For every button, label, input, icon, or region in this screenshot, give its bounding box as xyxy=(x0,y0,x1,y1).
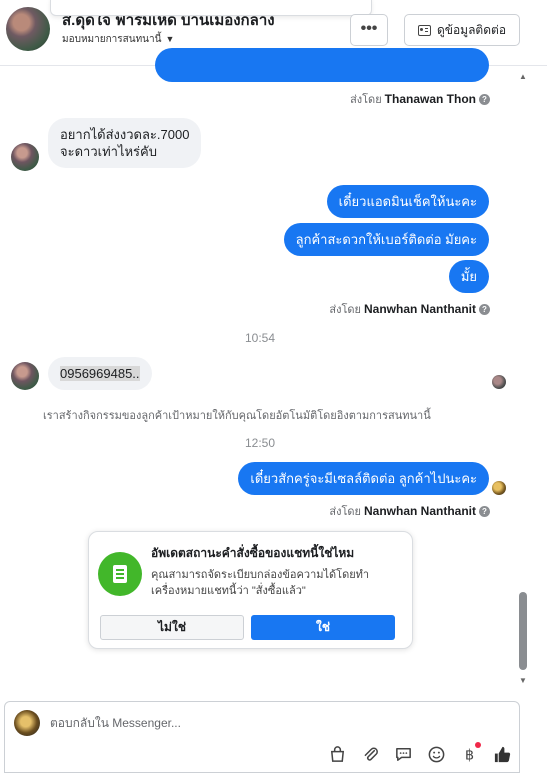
info-icon[interactable]: ? xyxy=(479,93,490,105)
message-timestamp: 12:50 xyxy=(244,436,276,450)
sent-by-prefix: ส่งโดย xyxy=(329,304,361,316)
scroll-thumb[interactable] xyxy=(519,592,527,670)
info-icon[interactable]: ? xyxy=(479,505,490,517)
message-bubble-outgoing[interactable]: เดี๋ยวสักครู่จะมีเซลล์ติดต่อ ลูกค้าไปนะค… xyxy=(238,462,489,495)
reply-input[interactable]: ตอบกลับใน Messenger... xyxy=(50,714,181,733)
paperclip-icon[interactable] xyxy=(360,744,381,765)
payment-icon[interactable]: ฿ xyxy=(459,742,481,765)
notification-dot xyxy=(475,742,481,748)
assign-conversation-dropdown[interactable]: มอบหมายการสนทนานี้ ▼ xyxy=(62,32,174,47)
like-icon[interactable] xyxy=(492,744,513,765)
more-options-button[interactable]: ••• xyxy=(350,14,388,46)
message-bubble-outgoing-partial[interactable] xyxy=(155,48,489,82)
system-note: เราสร้างกิจกรรมของลูกค้าเป้าหมายให้กับคุ… xyxy=(43,410,431,422)
chat-scrollbar[interactable]: ▲ ▼ xyxy=(516,66,530,696)
contact-avatar-small xyxy=(11,362,39,390)
page-avatar xyxy=(14,710,40,736)
view-contact-button[interactable]: ดูข้อมูลติดต่อ xyxy=(404,14,520,46)
message-text-line: จะดาวเท่าไหร่คับ xyxy=(60,144,157,159)
sent-by-label: ส่งโดย Nanwhan Nanthanit ? xyxy=(329,300,490,318)
info-icon[interactable]: ? xyxy=(479,303,490,315)
sender-name: Nanwhan Nanthanit xyxy=(363,302,476,316)
message-timestamp: 10:54 xyxy=(244,331,276,345)
order-document-icon xyxy=(98,552,142,596)
order-status-prompt-card: อัพเดตสถานะคำสั่งซื้อของแชทนี้ใช่ไหม คุณ… xyxy=(88,531,413,649)
message-text-line: อยากได้ส่งงวดละ.7000 xyxy=(60,127,190,142)
message-bubble-outgoing[interactable]: มั้ย xyxy=(448,260,489,293)
sender-name: Thanawan Thon xyxy=(384,92,476,106)
reply-composer: ตอบกลับใน Messenger... ฿ xyxy=(4,701,520,773)
shopping-bag-icon[interactable] xyxy=(327,744,348,765)
sent-by-label: ส่งโดย Thanawan Thon ? xyxy=(350,90,490,108)
contact-card-icon xyxy=(417,24,431,36)
assign-conversation-label: มอบหมายการสนทนานี้ xyxy=(62,34,162,45)
header-popup xyxy=(50,0,372,16)
card-title: อัพเดตสถานะคำสั่งซื้อของแชทนี้ใช่ไหม xyxy=(151,546,355,560)
sent-by-label: ส่งโดย Nanwhan Nanthanit ? xyxy=(329,502,490,520)
message-bubble-incoming[interactable]: อยากได้ส่งงวดละ.7000 จะดาวเท่าไหร่คับ xyxy=(48,118,202,168)
view-contact-label: ดูข้อมูลติดต่อ xyxy=(436,22,507,37)
svg-text:฿: ฿ xyxy=(465,747,474,763)
seen-avatar-icon xyxy=(492,375,506,389)
contact-avatar[interactable] xyxy=(6,7,50,51)
scroll-up-arrow-icon[interactable]: ▲ xyxy=(519,72,527,81)
message-bubble-outgoing[interactable]: เดี๋ยวแอดมินเช็คให้นะคะ xyxy=(326,185,489,218)
message-bubble-outgoing[interactable]: ลูกค้าสะดวกให้เบอร์ติดต่อ มัยคะ xyxy=(283,223,489,256)
phone-number-text[interactable]: 0956969485.. xyxy=(60,366,140,381)
sent-by-prefix: ส่งโดย xyxy=(329,506,361,518)
seen-avatar-icon xyxy=(492,481,506,495)
message-bubble-incoming[interactable]: 0956969485.. xyxy=(48,357,152,390)
sent-by-prefix: ส่งโดย xyxy=(350,94,382,106)
scroll-down-arrow-icon[interactable]: ▼ xyxy=(519,676,527,685)
card-body: คุณสามารถจัดระเบียบกล่องข้อความได้โดยทำเ… xyxy=(151,569,370,597)
yes-button[interactable]: ใช่ xyxy=(251,615,395,640)
emoji-icon[interactable] xyxy=(426,744,447,765)
saved-reply-icon[interactable] xyxy=(393,744,414,765)
no-button[interactable]: ไม่ใช่ xyxy=(100,615,244,640)
contact-avatar-small xyxy=(11,143,39,171)
composer-toolbar: ฿ xyxy=(327,742,513,765)
caret-down-icon: ▼ xyxy=(165,34,175,44)
sender-name: Nanwhan Nanthanit xyxy=(363,504,476,518)
